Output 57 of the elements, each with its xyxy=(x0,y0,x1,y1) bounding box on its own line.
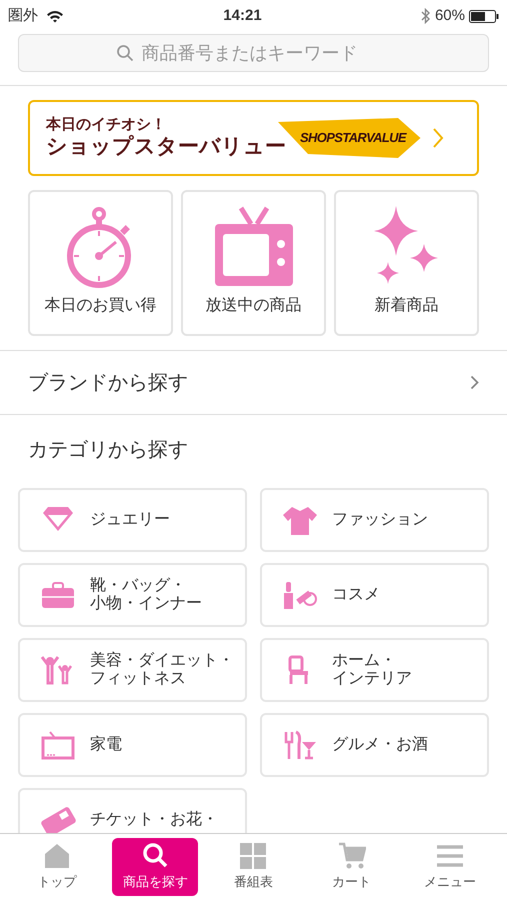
cart-icon xyxy=(338,842,366,870)
category-label: ファッション xyxy=(332,511,428,529)
tile-label: 新着商品 xyxy=(374,296,438,316)
category-label: 靴・バッグ・ xyxy=(90,577,187,594)
tab-bar-item[interactable]: メニュー xyxy=(406,838,493,896)
television-icon xyxy=(40,730,76,760)
chevron-right-icon xyxy=(470,375,479,390)
tab-bar-item[interactable]: トップ xyxy=(14,838,100,896)
search-field[interactable]: 商品番号またはキーワード xyxy=(18,34,489,72)
category-label: 小物・インナー xyxy=(90,595,202,613)
tile-label: 放送中の商品 xyxy=(206,296,302,316)
category-card[interactable]: コスメ xyxy=(260,563,489,627)
category-label: コスメ xyxy=(332,586,380,604)
category-label: チケット・お花・ xyxy=(90,811,218,829)
category-card[interactable]: ジュエリー xyxy=(18,488,247,552)
logo-text: SHOPSTARVALUE xyxy=(300,129,406,148)
category-card[interactable]: 家電 xyxy=(18,713,247,777)
grid-icon xyxy=(239,842,268,870)
tab-bar-item[interactable]: 番組表 xyxy=(210,838,297,896)
tile-label: 本日のお買い得 xyxy=(44,296,156,316)
carrier-text: 圏外 xyxy=(8,6,38,26)
battery-text: 60% xyxy=(434,6,465,26)
house-icon xyxy=(43,842,72,870)
category-card[interactable]: 美容・ダイエット・ フィットネス xyxy=(18,638,247,702)
category-card[interactable]: グルメ・お酒 xyxy=(260,713,489,777)
search-input[interactable]: 商品番号またはキーワード xyxy=(142,40,392,66)
tab-bar-item[interactable]: 商品を探す xyxy=(112,838,198,896)
category-card[interactable]: ファッション xyxy=(260,488,489,552)
search-icon xyxy=(116,44,134,62)
category-label: ジュエリー xyxy=(90,511,170,529)
category-label: インテリア xyxy=(332,670,412,688)
clock-text: 14:21 xyxy=(223,6,262,26)
banner-title: ショップスターバリュー xyxy=(46,134,286,160)
wifi-icon xyxy=(46,10,64,22)
category-card[interactable]: 靴・バッグ・ 小物・インナー xyxy=(18,563,247,627)
quick-link-tile[interactable]: 本日のお買い得 xyxy=(28,190,173,336)
category-card[interactable]: ホーム・ インテリア xyxy=(260,638,489,702)
category-label: 美容・ダイエット・ xyxy=(90,652,234,670)
brand-row[interactable]: ブランドから探す xyxy=(0,351,507,415)
quick-link-tile[interactable]: 放送中の商品 xyxy=(181,190,326,336)
chevron-right-icon xyxy=(432,127,444,149)
quick-link-tile[interactable]: 新着商品 xyxy=(334,190,479,336)
tab-bar-item[interactable]: カート xyxy=(308,838,395,896)
promo-banner[interactable]: 本日のイチオシ！ ショップスターバリュー SHOPSTARVALUE xyxy=(28,100,479,176)
category-label: 家電 xyxy=(90,736,122,754)
category-label: ホーム・ xyxy=(332,652,397,670)
lipstick-icon xyxy=(282,580,318,610)
shirt-icon xyxy=(282,505,318,535)
category-label: フィットネス xyxy=(90,670,187,688)
briefcase-icon xyxy=(40,580,76,610)
banner-kicker: 本日のイチオシ！ xyxy=(46,116,167,134)
category-label: グルメ・お酒 xyxy=(332,736,428,754)
section-heading: カテゴリから探す xyxy=(28,439,188,461)
television-icon xyxy=(212,206,294,288)
bluetooth-icon xyxy=(420,8,431,24)
fork-knife-glass-icon xyxy=(282,730,318,760)
battery-icon xyxy=(469,10,499,22)
